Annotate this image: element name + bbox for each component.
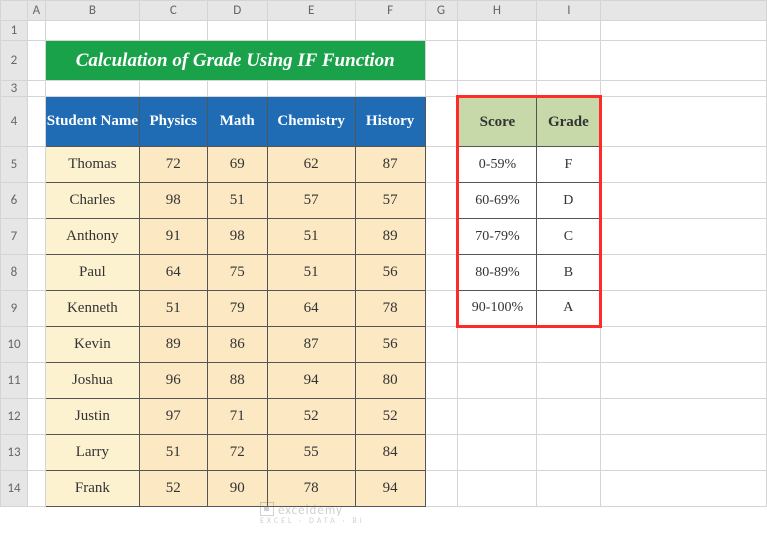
grade-header-score[interactable]: Score [457,97,537,147]
col-header[interactable]: C [139,1,207,21]
score-cell[interactable]: 97 [139,399,207,435]
header-history[interactable]: History [355,97,425,147]
grade-letter[interactable]: D [537,183,601,219]
score-cell[interactable]: 72 [207,435,267,471]
row-header[interactable]: 11 [1,363,28,399]
student-name[interactable]: Paul [45,255,139,291]
student-name[interactable]: Anthony [45,219,139,255]
score-cell[interactable]: 98 [207,219,267,255]
score-cell[interactable]: 87 [355,147,425,183]
score-cell[interactable]: 96 [139,363,207,399]
grade-letter[interactable]: B [537,255,601,291]
row-header[interactable]: 8 [1,255,28,291]
grade-header-grade[interactable]: Grade [537,97,601,147]
score-cell[interactable]: 51 [267,219,355,255]
row-header[interactable]: 5 [1,147,28,183]
col-header[interactable]: H [457,1,537,21]
row-header[interactable]: 14 [1,471,28,507]
score-cell[interactable]: 64 [139,255,207,291]
row-header[interactable]: 1 [1,21,28,41]
row-header[interactable]: 4 [1,97,28,147]
header-math[interactable]: Math [207,97,267,147]
grade-range[interactable]: 80-89% [457,255,537,291]
score-cell[interactable]: 84 [355,435,425,471]
grade-letter[interactable]: A [537,291,601,327]
score-cell[interactable]: 80 [355,363,425,399]
score-cell[interactable]: 62 [267,147,355,183]
grade-letter[interactable]: C [537,219,601,255]
col-header[interactable]: G [425,1,457,21]
grade-letter[interactable]: F [537,147,601,183]
score-cell[interactable]: 79 [207,291,267,327]
score-cell[interactable]: 94 [267,363,355,399]
score-cell[interactable]: 56 [355,327,425,363]
student-name[interactable]: Larry [45,435,139,471]
student-name[interactable]: Joshua [45,363,139,399]
score-cell[interactable]: 88 [207,363,267,399]
student-name[interactable]: Charles [45,183,139,219]
score-cell[interactable]: 94 [355,471,425,507]
spreadsheet-grid: A B C D E F G H I 1 2 Calculation of Gra… [0,0,767,507]
student-name[interactable]: Kenneth [45,291,139,327]
col-header[interactable]: F [355,1,425,21]
score-cell[interactable]: 86 [207,327,267,363]
col-header[interactable]: D [207,1,267,21]
student-name[interactable]: Justin [45,399,139,435]
score-cell[interactable]: 89 [355,219,425,255]
grade-range[interactable]: 0-59% [457,147,537,183]
score-cell[interactable]: 55 [267,435,355,471]
row-header[interactable]: 9 [1,291,28,327]
score-cell[interactable]: 75 [207,255,267,291]
header-physics[interactable]: Physics [139,97,207,147]
row-header[interactable]: 6 [1,183,28,219]
score-cell[interactable]: 91 [139,219,207,255]
score-cell[interactable]: 90 [207,471,267,507]
score-cell[interactable]: 78 [355,291,425,327]
row-header[interactable]: 3 [1,81,28,97]
score-cell[interactable]: 89 [139,327,207,363]
watermark-tagline: EXCEL · DATA · BI [260,516,365,526]
row-header[interactable]: 7 [1,219,28,255]
score-cell[interactable]: 52 [267,399,355,435]
score-cell[interactable]: 72 [139,147,207,183]
col-header[interactable] [601,1,767,21]
student-name[interactable]: Thomas [45,147,139,183]
score-cell[interactable]: 69 [207,147,267,183]
grade-range[interactable]: 70-79% [457,219,537,255]
score-cell[interactable]: 57 [267,183,355,219]
row-header[interactable]: 13 [1,435,28,471]
row-header[interactable]: 12 [1,399,28,435]
col-header[interactable]: A [27,1,45,21]
score-cell[interactable]: 51 [139,291,207,327]
header-chemistry[interactable]: Chemistry [267,97,355,147]
page-title[interactable]: Calculation of Grade Using IF Function [45,41,425,81]
student-name[interactable]: Kevin [45,327,139,363]
score-cell[interactable]: 51 [267,255,355,291]
score-cell[interactable]: 52 [355,399,425,435]
score-cell[interactable]: 51 [207,183,267,219]
grade-range[interactable]: 90-100% [457,291,537,327]
score-cell[interactable]: 64 [267,291,355,327]
col-header[interactable]: B [45,1,139,21]
col-header[interactable]: E [267,1,355,21]
select-all-corner[interactable] [1,1,28,21]
score-cell[interactable]: 87 [267,327,355,363]
score-cell[interactable]: 57 [355,183,425,219]
score-cell[interactable]: 78 [267,471,355,507]
score-cell[interactable]: 98 [139,183,207,219]
row-header[interactable]: 10 [1,327,28,363]
score-cell[interactable]: 71 [207,399,267,435]
header-student-name[interactable]: Student Name [45,97,139,147]
col-header[interactable]: I [537,1,601,21]
score-cell[interactable]: 52 [139,471,207,507]
score-cell[interactable]: 56 [355,255,425,291]
row-header[interactable]: 2 [1,41,28,81]
grade-range[interactable]: 60-69% [457,183,537,219]
score-cell[interactable]: 51 [139,435,207,471]
student-name[interactable]: Frank [45,471,139,507]
